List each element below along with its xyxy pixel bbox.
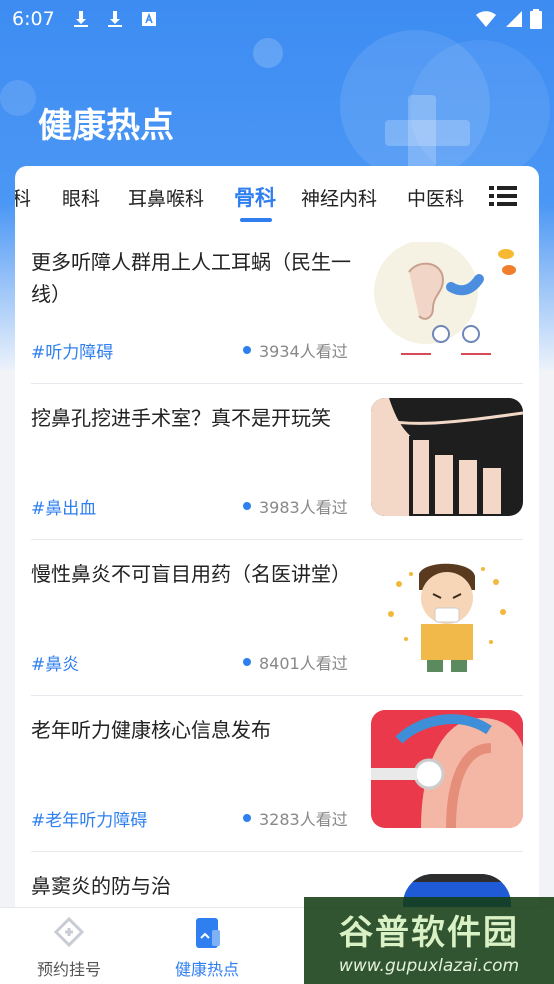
ear-hearing-aid-illustration: [371, 710, 523, 828]
article-title: 慢性鼻炎不可盲目用药（名医讲堂）: [31, 562, 351, 586]
battery-icon: [530, 9, 542, 29]
status-bar: 6:07: [0, 0, 554, 38]
tab-tcm[interactable]: 中医科: [407, 184, 464, 211]
tab-orthopedics[interactable]: 骨科: [234, 182, 276, 212]
signal-icon: [506, 11, 522, 27]
tab-partial[interactable]: 科: [15, 184, 31, 211]
article-tag[interactable]: #老年听力障碍: [31, 806, 147, 831]
view-count: 3283人看过: [259, 810, 348, 829]
article-tag[interactable]: #鼻出血: [31, 494, 96, 519]
tab-neurology[interactable]: 神经内科: [301, 184, 377, 211]
view-dot: [243, 658, 251, 666]
nav-health-news[interactable]: 健康热点: [147, 916, 267, 980]
active-tab-indicator: [240, 218, 272, 222]
watermark-url: www.gupuxlazai.com: [338, 956, 520, 976]
article-tag[interactable]: #鼻炎: [31, 650, 79, 675]
decor-circle: [253, 38, 283, 68]
article-title: 老年听力健康核心信息发布: [31, 718, 271, 742]
article-views: 3934人看过: [243, 338, 348, 362]
tab-ent[interactable]: 耳鼻喉科: [128, 184, 204, 211]
article-item[interactable]: 更多听障人群用上人工耳蜗（民生一线） #听力障碍 3934人看过: [15, 228, 539, 384]
article-item[interactable]: 挖鼻孔挖进手术室？真不是开玩笑 #鼻出血 3983人看过: [15, 384, 539, 540]
nav-appointment[interactable]: 预约挂号: [9, 916, 129, 980]
hospital-cross-icon: [53, 916, 85, 948]
sneezing-boy-illustration: [371, 554, 523, 672]
view-dot: [243, 814, 251, 822]
view-count: 3983人看过: [259, 498, 348, 517]
article-title: 更多听障人群用上人工耳蜗（民生一线）: [31, 250, 351, 306]
nav-label: 预约挂号: [36, 960, 101, 979]
view-count: 3934人看过: [259, 342, 348, 361]
download-icon: [73, 11, 88, 27]
article-views: 8401人看过: [243, 650, 348, 674]
watermark-title: 谷普软件园: [339, 913, 519, 953]
page-title: 健康热点: [38, 106, 174, 146]
article-views: 3983人看过: [243, 494, 348, 518]
view-dot: [243, 502, 251, 510]
article-item[interactable]: 老年听力健康核心信息发布 #老年听力障碍 3283人看过: [15, 696, 539, 852]
wifi-icon: [476, 11, 496, 27]
font-icon: [141, 12, 156, 26]
download-icon: [107, 11, 122, 27]
tab-ophthalmology[interactable]: 眼科: [62, 184, 100, 211]
watermark: 谷普软件园 www.gupuxlazai.com: [304, 897, 554, 984]
view-count: 8401人看过: [259, 654, 348, 673]
article-views: 3283人看过: [243, 806, 348, 830]
document-icon: [196, 918, 220, 948]
article-item[interactable]: 慢性鼻炎不可盲目用药（名医讲堂） #鼻炎 8401人看过: [15, 540, 539, 696]
view-dot: [243, 346, 251, 354]
nose-picking-illustration: [371, 398, 523, 516]
decor-circle: [0, 80, 36, 116]
decor-plus: [385, 120, 470, 146]
status-time: 6:07: [12, 8, 55, 30]
article-tag[interactable]: #听力障碍: [31, 338, 113, 363]
menu-icon[interactable]: [489, 185, 517, 207]
ear-cochlear-illustration: [371, 242, 523, 360]
article-title: 挖鼻孔挖进手术室？真不是开玩笑: [31, 406, 331, 430]
content-card: 科 眼科 耳鼻喉科 骨科 神经内科 中医科 更多听障人群用上人工耳蜗（民生一线）…: [15, 166, 539, 926]
category-tabs: 科 眼科 耳鼻喉科 骨科 神经内科 中医科: [15, 166, 539, 228]
nav-label: 健康热点: [174, 960, 239, 979]
